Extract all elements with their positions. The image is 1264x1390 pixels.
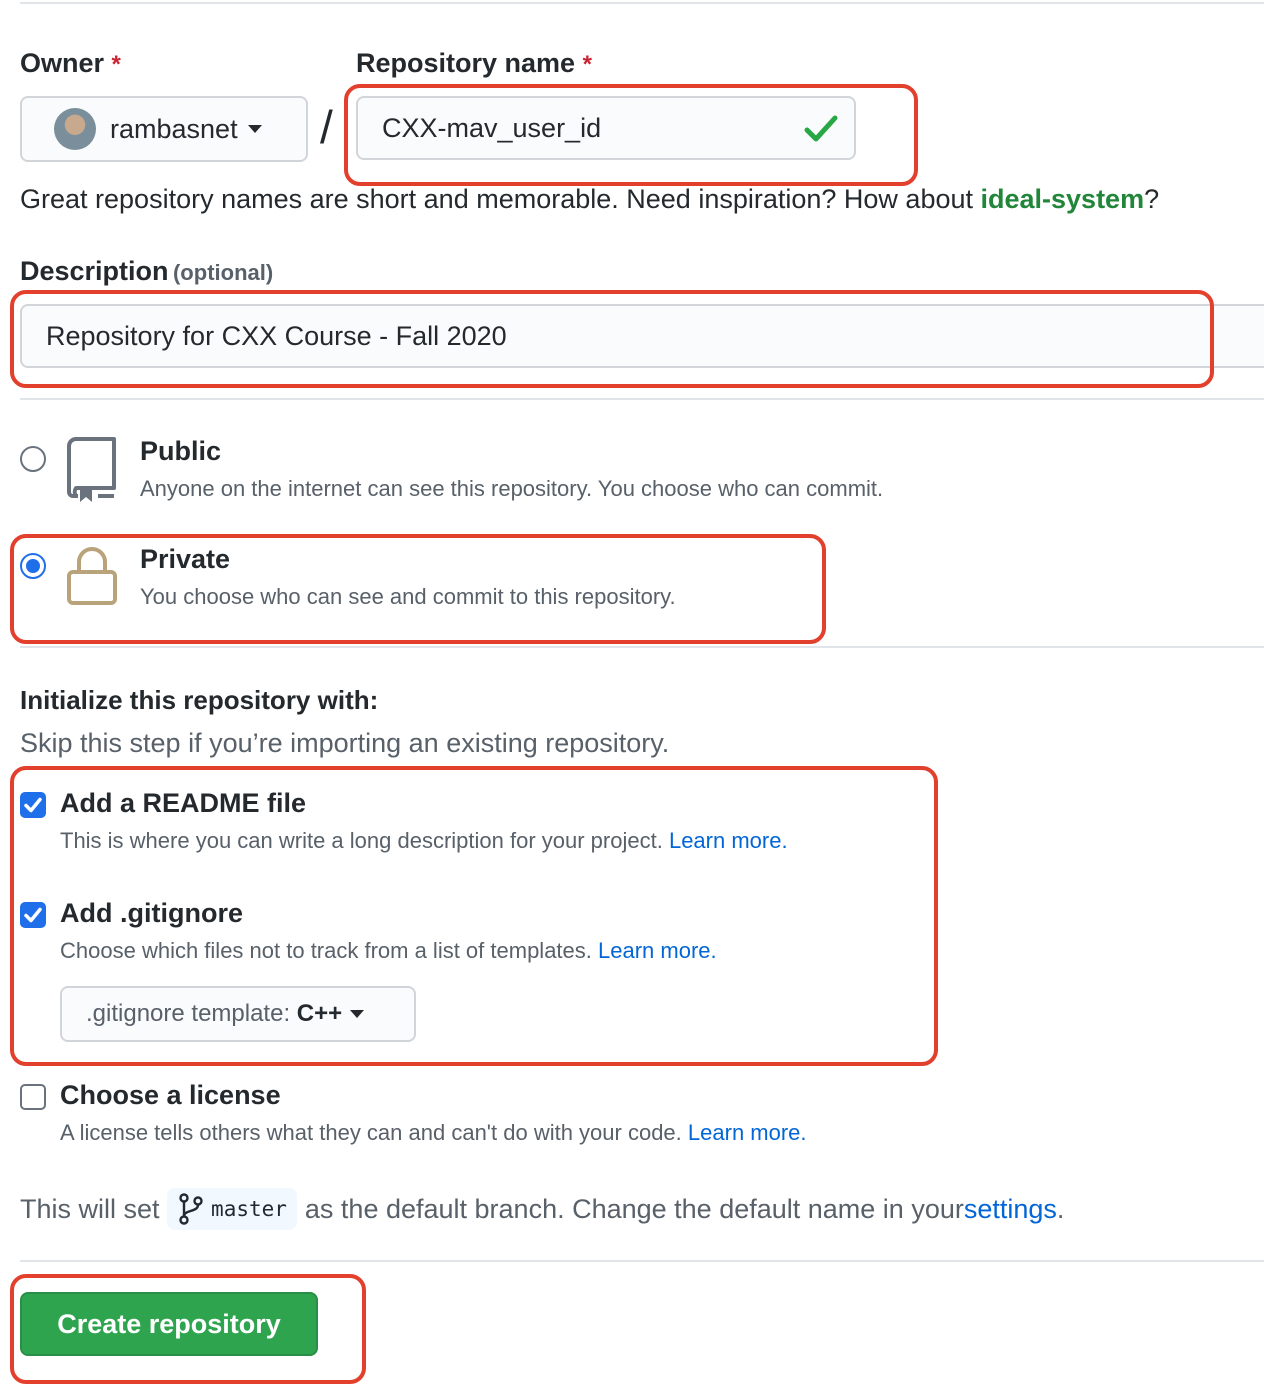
divider-visibility	[20, 398, 1264, 400]
init-subtitle: Skip this step if you’re importing an ex…	[20, 728, 670, 758]
divider-footer	[20, 1260, 1264, 1262]
chevron-down-icon	[247, 125, 262, 133]
create-button-highlight	[10, 1274, 366, 1384]
license-learn-more-link[interactable]: Learn more.	[688, 1120, 807, 1145]
public-radio[interactable]	[20, 446, 46, 472]
optional-tag: (optional)	[172, 260, 274, 285]
branch-chip: master	[167, 1188, 297, 1230]
license-checkbox[interactable]	[20, 1084, 46, 1110]
public-desc: Anyone on the internet can see this repo…	[140, 476, 884, 501]
repo-icon	[67, 437, 116, 502]
git-branch-icon	[179, 1193, 203, 1225]
settings-link[interactable]: settings	[964, 1194, 1057, 1225]
owner-label: Owner *	[20, 48, 121, 78]
suggested-name-link[interactable]: ideal-system	[981, 184, 1145, 214]
top-divider	[20, 2, 1264, 4]
private-highlight	[10, 534, 826, 644]
description-label: Description (optional)	[20, 256, 274, 286]
divider-init	[20, 646, 1264, 648]
public-title: Public	[140, 436, 222, 466]
default-branch-note: This will set master as the default bran…	[20, 1188, 1064, 1230]
owner-name: rambasnet	[110, 113, 238, 144]
repo-name-hint: Great repository names are short and mem…	[20, 184, 1160, 214]
repo-name-highlight	[344, 84, 918, 186]
description-highlight	[10, 290, 1214, 388]
init-options-highlight	[10, 766, 938, 1066]
license-desc: A license tells others what they can and…	[60, 1120, 807, 1145]
init-title: Initialize this repository with:	[20, 685, 379, 715]
owner-select[interactable]: rambasnet	[20, 96, 308, 162]
avatar	[54, 108, 96, 150]
repo-name-label: Repository name *	[356, 48, 592, 78]
owner-repo-separator: /	[320, 101, 333, 153]
license-title: Choose a license	[60, 1080, 281, 1110]
